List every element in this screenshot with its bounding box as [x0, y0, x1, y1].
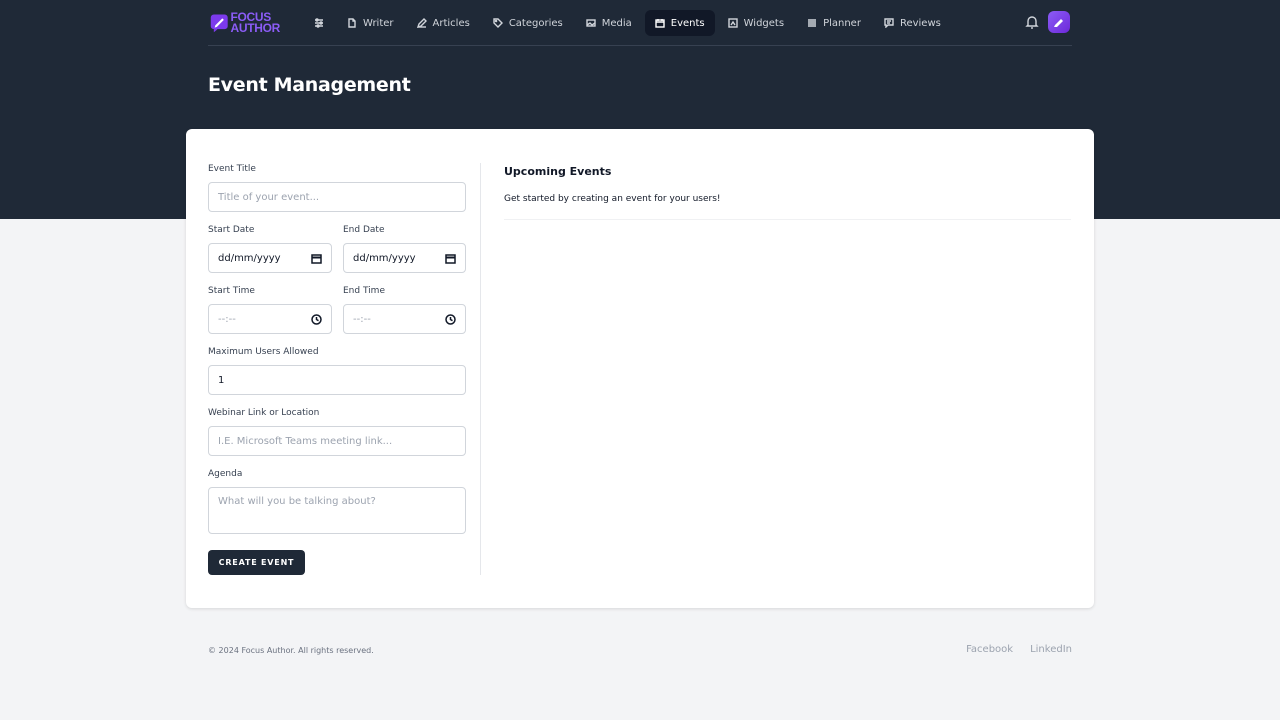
nav-item-label: Writer	[363, 17, 394, 29]
nav-item-label: Events	[670, 17, 705, 29]
nav-item-label: Media	[601, 17, 632, 29]
nav-item-media[interactable]: Media	[576, 10, 642, 36]
document-icon	[348, 18, 356, 28]
end-time-label: End Time	[343, 286, 385, 296]
location-input[interactable]: I.E. Microsoft Teams meeting link...	[208, 426, 466, 456]
logo-icon	[210, 14, 228, 33]
end-date-input[interactable]: dd/mm/yyyy	[343, 243, 466, 273]
column-divider	[480, 163, 481, 575]
start-date-label: Start Date	[208, 225, 255, 235]
footer-link-linkedin[interactable]: LinkedIn	[1030, 644, 1072, 655]
event-card: Event Title Title of your event... Start…	[186, 129, 1094, 608]
nav-item-reviews[interactable]: Reviews	[874, 10, 951, 36]
nav-menu: Writer Articles Categories Media Events …	[304, 10, 954, 36]
event-title-input[interactable]: Title of your event...	[208, 182, 466, 212]
end-time-input[interactable]: --:--	[343, 304, 466, 334]
brand-name: FOCUS AUTHOR	[230, 10, 280, 35]
nav-item-widgets[interactable]: Widgets	[718, 10, 794, 36]
start-time-label: Start Time	[208, 286, 255, 296]
end-date-value: dd/mm/yyyy	[353, 252, 416, 264]
top-navbar: FOCUS AUTHOR Writer Articles Categories …	[208, 0, 1072, 46]
brand-logo[interactable]: FOCUS AUTHOR	[210, 10, 280, 36]
nav-item-planner[interactable]: Planner	[797, 10, 871, 36]
pencil-icon	[416, 18, 427, 28]
nav-item-label: Articles	[432, 17, 470, 29]
notifications-button[interactable]	[1024, 14, 1040, 30]
avatar-logo-icon	[1054, 19, 1063, 27]
calendar-picker-icon[interactable]	[445, 253, 456, 264]
bell-icon	[1025, 16, 1039, 29]
clock-icon[interactable]	[445, 314, 456, 325]
nav-item-label: Widgets	[743, 17, 785, 29]
location-label: Webinar Link or Location	[208, 408, 320, 418]
calendar-picker-icon[interactable]	[311, 253, 322, 264]
footer-link-facebook[interactable]: Facebook	[966, 644, 1013, 655]
widget-icon	[727, 18, 738, 28]
end-time-value: --:--	[353, 313, 371, 325]
agenda-textarea[interactable]: What will you be talking about?	[208, 487, 466, 534]
nav-item-writer[interactable]: Writer	[337, 10, 404, 36]
footer-copyright: © 2024 Focus Author. All rights reserved…	[208, 646, 374, 655]
upcoming-events-divider	[504, 219, 1071, 220]
tag-icon	[493, 18, 503, 28]
start-date-value: dd/mm/yyyy	[218, 252, 281, 264]
end-date-label: End Date	[343, 225, 385, 235]
upcoming-events-empty-text: Get started by creating an event for you…	[504, 194, 721, 204]
nav-settings-button[interactable]	[304, 10, 334, 36]
chat-icon	[884, 18, 894, 28]
nav-item-label: Categories	[508, 17, 563, 29]
max-users-label: Maximum Users Allowed	[208, 347, 319, 357]
event-title-label: Event Title	[208, 164, 256, 174]
agenda-label: Agenda	[208, 469, 243, 479]
upcoming-events-title: Upcoming Events	[504, 165, 612, 178]
user-avatar[interactable]	[1048, 11, 1070, 33]
footer-links: Facebook LinkedIn	[949, 644, 1072, 655]
nav-item-label: Planner	[823, 17, 861, 29]
list-icon	[808, 19, 817, 27]
page-title: Event Management	[208, 74, 411, 96]
nav-item-categories[interactable]: Categories	[483, 10, 573, 36]
nav-item-label: Reviews	[899, 17, 941, 29]
clock-icon[interactable]	[311, 314, 322, 325]
sliders-icon	[315, 18, 323, 28]
nav-item-events[interactable]: Events	[644, 10, 715, 36]
start-time-value: --:--	[218, 313, 236, 325]
start-date-input[interactable]: dd/mm/yyyy	[208, 243, 332, 273]
nav-item-articles[interactable]: Articles	[407, 10, 480, 36]
max-users-input[interactable]: 1	[208, 365, 466, 395]
calendar-icon	[655, 19, 665, 28]
image-icon	[586, 19, 596, 27]
create-event-button[interactable]: CREATE EVENT	[208, 550, 305, 575]
start-time-input[interactable]: --:--	[208, 304, 332, 334]
